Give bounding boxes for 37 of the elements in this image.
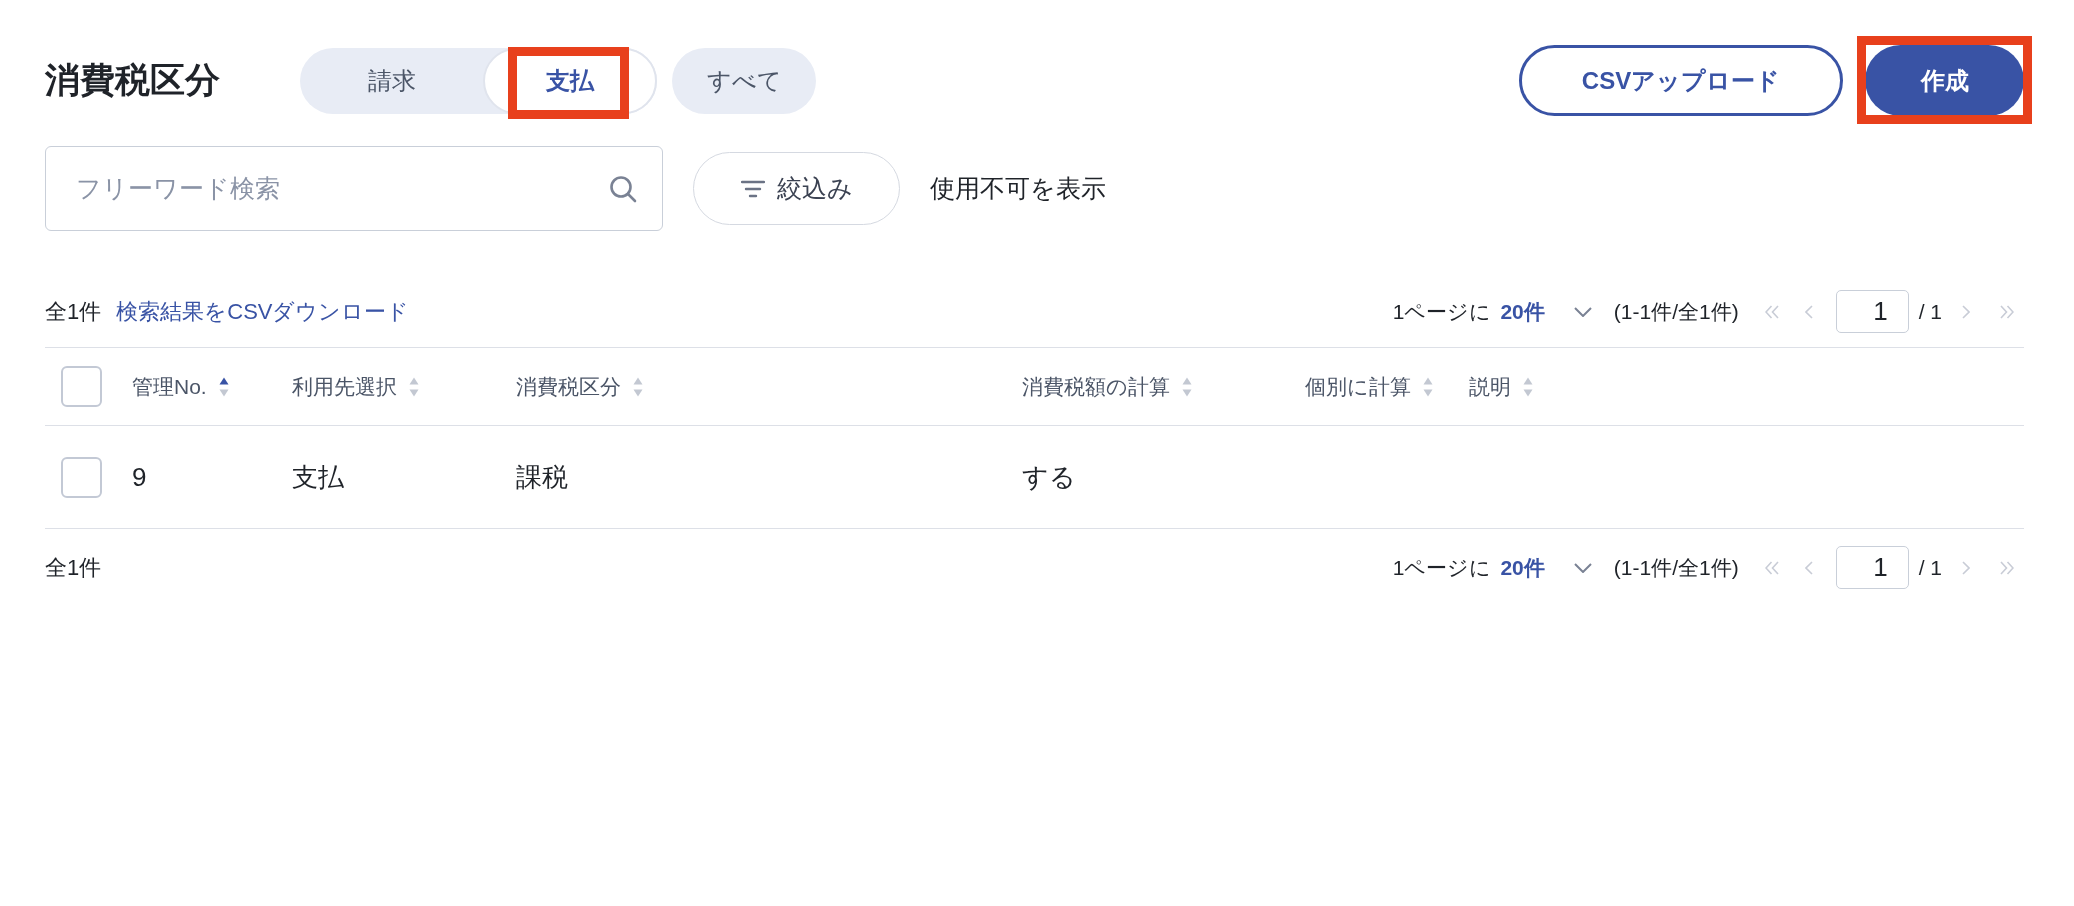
table-cell: 9	[132, 461, 147, 493]
all-button[interactable]: すべて	[672, 47, 816, 114]
checkbox[interactable]	[61, 456, 102, 498]
result-count: 全1件	[45, 297, 102, 326]
show-unavailable-label[interactable]: 使用不可を表示	[930, 172, 1106, 205]
column-header[interactable]: 消費税区分	[516, 372, 643, 401]
column-header[interactable]: 管理No.	[132, 372, 229, 401]
filter-icon	[740, 179, 765, 198]
tab[interactable]: 請求	[300, 47, 483, 114]
total-pages: / 1	[1918, 555, 1942, 580]
chevron-down-icon	[1573, 306, 1592, 317]
upload-button[interactable]: CSVアップロード	[1519, 45, 1843, 116]
total-pages: / 1	[1918, 299, 1942, 324]
per-page-label: 1ページに	[1392, 298, 1492, 325]
per-page-select[interactable]: 20件	[1500, 297, 1592, 326]
table-cell-text: 支払	[292, 460, 344, 494]
column-header[interactable]: 消費税額の計算	[1022, 372, 1192, 401]
page-input[interactable]: 1	[1835, 546, 1909, 589]
csv-download-link[interactable]: 検索結果をCSVダウンロード	[116, 296, 410, 327]
checkbox[interactable]	[61, 366, 102, 407]
page-input[interactable]: 1	[1835, 290, 1909, 333]
page-range: (1-1件/全1件)	[1613, 298, 1739, 325]
filter-button[interactable]: 絞込み	[693, 152, 900, 225]
per-page-label: 1ページに	[1392, 554, 1492, 581]
search-field[interactable]: フリーワード検索	[45, 146, 663, 231]
column-header[interactable]: 利用先選択	[292, 372, 419, 401]
page-range: (1-1件/全1件)	[1613, 554, 1739, 581]
table-cell-text: 課税	[516, 460, 568, 494]
search-icon[interactable]	[609, 175, 637, 203]
per-page-select[interactable]: 20件	[1500, 553, 1592, 582]
create-button[interactable]: 作成	[1865, 45, 2024, 116]
result-count: 全1件	[45, 553, 102, 582]
table-cell-text: する	[1022, 460, 1076, 494]
chevron-down-icon	[1573, 562, 1592, 573]
page-title: 消費税区分	[45, 59, 220, 101]
column-header[interactable]: 説明	[1469, 372, 1533, 401]
column-header[interactable]: 個別に計算	[1305, 372, 1433, 401]
